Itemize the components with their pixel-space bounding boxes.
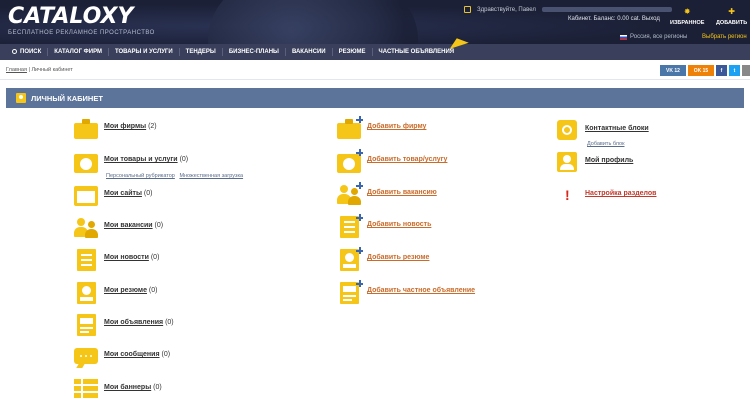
exclamation-icon: ! bbox=[565, 187, 570, 203]
resume-icon bbox=[74, 282, 98, 304]
blurred-email bbox=[541, 7, 672, 12]
user-line: Здравствуйте, Павел bbox=[464, 6, 672, 13]
my-profile-link[interactable]: Мой профиль bbox=[555, 152, 633, 174]
star-icon: ✸ bbox=[683, 7, 691, 16]
menu-my-vacancies[interactable]: Мои вакансии (0) bbox=[74, 217, 163, 239]
panel-header: ЛИЧНЫЙ КАБИНЕТ bbox=[6, 88, 744, 108]
menu-my-news[interactable]: Мои новости (0) bbox=[74, 249, 159, 271]
add-resume-link[interactable]: Добавить резюме bbox=[337, 247, 429, 271]
briefcase-add-icon bbox=[337, 116, 363, 140]
add-button[interactable]: ✚ ДОБАВИТЬ bbox=[716, 7, 748, 27]
add-vacancy-link[interactable]: Добавить вакансию bbox=[337, 182, 437, 206]
ok-share-button[interactable]: OK 15 bbox=[688, 65, 714, 76]
add-news-link[interactable]: Добавить новость bbox=[337, 214, 431, 238]
banners-icon bbox=[74, 379, 98, 401]
plus-icon: ✚ bbox=[728, 7, 735, 16]
main-nav: ПОИСК КАТАЛОГ ФИРМ ТОВАРЫ И УСЛУГИ ТЕНДЕ… bbox=[0, 44, 750, 60]
menu-my-resumes[interactable]: Мои резюме (0) bbox=[74, 282, 157, 304]
menu-my-messages[interactable]: Мои сообщения (0) bbox=[74, 346, 170, 368]
add-firm-link[interactable]: Добавить фирму bbox=[337, 116, 426, 140]
menu-my-ads[interactable]: Мои объявления (0) bbox=[74, 314, 174, 336]
camera-icon bbox=[74, 151, 98, 173]
greeting: Здравствуйте, Павел bbox=[477, 6, 536, 13]
twitter-icon[interactable]: t bbox=[729, 65, 740, 76]
menu-my-firms[interactable]: Мои фирмы (2) bbox=[74, 118, 157, 140]
breadcrumb-home[interactable]: Главная bbox=[6, 67, 27, 73]
menu-my-goods[interactable]: Мои товары и услуги (0) bbox=[74, 151, 188, 173]
section-settings-link[interactable]: ! Настройка разделов bbox=[555, 185, 656, 207]
add-block-link[interactable]: Добавить блок bbox=[587, 141, 624, 147]
contact-blocks-link[interactable]: Контактные блоки bbox=[555, 120, 649, 142]
logo-text: CATALOXY bbox=[8, 4, 134, 29]
menu-my-banners[interactable]: Мои баннеры (0) bbox=[74, 379, 162, 401]
camera-add-icon bbox=[337, 149, 363, 173]
planet-decoration bbox=[208, 0, 418, 44]
nav-vacancies[interactable]: ВАКАНСИИ bbox=[286, 48, 333, 56]
search-icon bbox=[12, 49, 17, 54]
breadcrumb: Главная | Личный кабинет bbox=[6, 67, 73, 73]
profile-icon bbox=[555, 152, 579, 174]
page-title: ЛИЧНЫЙ КАБИНЕТ bbox=[31, 93, 103, 103]
favorites-label: ИЗБРАННОЕ bbox=[670, 20, 705, 26]
nav-tenders[interactable]: ТЕНДЕРЫ bbox=[180, 48, 223, 56]
facebook-icon[interactable]: f bbox=[716, 65, 727, 76]
chat-bubble-icon bbox=[74, 346, 98, 368]
nav-business-plans[interactable]: БИЗНЕС-ПЛАНЫ bbox=[223, 48, 286, 56]
people-add-icon bbox=[337, 182, 363, 206]
compass-icon bbox=[555, 120, 579, 142]
ad-document-icon bbox=[74, 314, 98, 336]
personal-rubricator-link[interactable]: Персональный рубрикатор bbox=[106, 173, 175, 179]
vk-share-button[interactable]: VK 12 bbox=[660, 65, 686, 76]
ad-document-add-icon bbox=[337, 280, 363, 304]
briefcase-icon bbox=[74, 118, 98, 140]
logo-tagline: БЕСПЛАТНОЕ РЕКЛАМНОЕ ПРОСТРАНСТВО bbox=[8, 30, 155, 36]
site-logo[interactable]: CATALOXY БЕСПЛАТНОЕ РЕКЛАМНОЕ ПРОСТРАНСТ… bbox=[8, 4, 155, 37]
news-icon bbox=[74, 249, 98, 271]
more-share-icon[interactable] bbox=[742, 65, 750, 76]
nav-companies[interactable]: КАТАЛОГ ФИРМ bbox=[48, 48, 109, 56]
user-icon bbox=[16, 93, 26, 103]
people-icon bbox=[74, 217, 98, 239]
browser-window-icon bbox=[74, 185, 98, 207]
site-header: CATALOXY БЕСПЛАТНОЕ РЕКЛАМНОЕ ПРОСТРАНСТ… bbox=[0, 0, 750, 44]
nav-resumes[interactable]: РЕЗЮМЕ bbox=[333, 48, 373, 56]
resume-add-icon bbox=[337, 247, 363, 271]
add-private-ad-link[interactable]: Добавить частное объявление bbox=[337, 280, 475, 304]
add-goods-link[interactable]: Добавить товар/услугу bbox=[337, 149, 447, 173]
nav-private-ads[interactable]: ЧАСТНЫЕ ОБЪЯВЛЕНИЯ bbox=[373, 48, 461, 56]
news-add-icon bbox=[337, 214, 363, 238]
menu-my-sites[interactable]: Мои сайты (0) bbox=[74, 185, 152, 207]
breadcrumb-current: Личный кабинет bbox=[31, 67, 73, 73]
lock-icon bbox=[464, 6, 471, 13]
favorites-button[interactable]: ✸ ИЗБРАННОЕ bbox=[670, 7, 705, 27]
nav-goods[interactable]: ТОВАРЫ И УСЛУГИ bbox=[109, 48, 180, 56]
add-label: ДОБАВИТЬ bbox=[716, 20, 748, 26]
share-buttons: VK 12 OK 15 f t bbox=[660, 65, 750, 76]
nav-search[interactable]: ПОИСК bbox=[6, 48, 49, 56]
bulk-upload-link[interactable]: Множественная загрузка bbox=[179, 173, 243, 179]
account-links[interactable]: Кабинет. Баланс: 0.00 cat. Выход bbox=[568, 16, 660, 22]
breadcrumb-row: Главная | Личный кабинет VK 12 OK 15 f t bbox=[0, 60, 750, 80]
